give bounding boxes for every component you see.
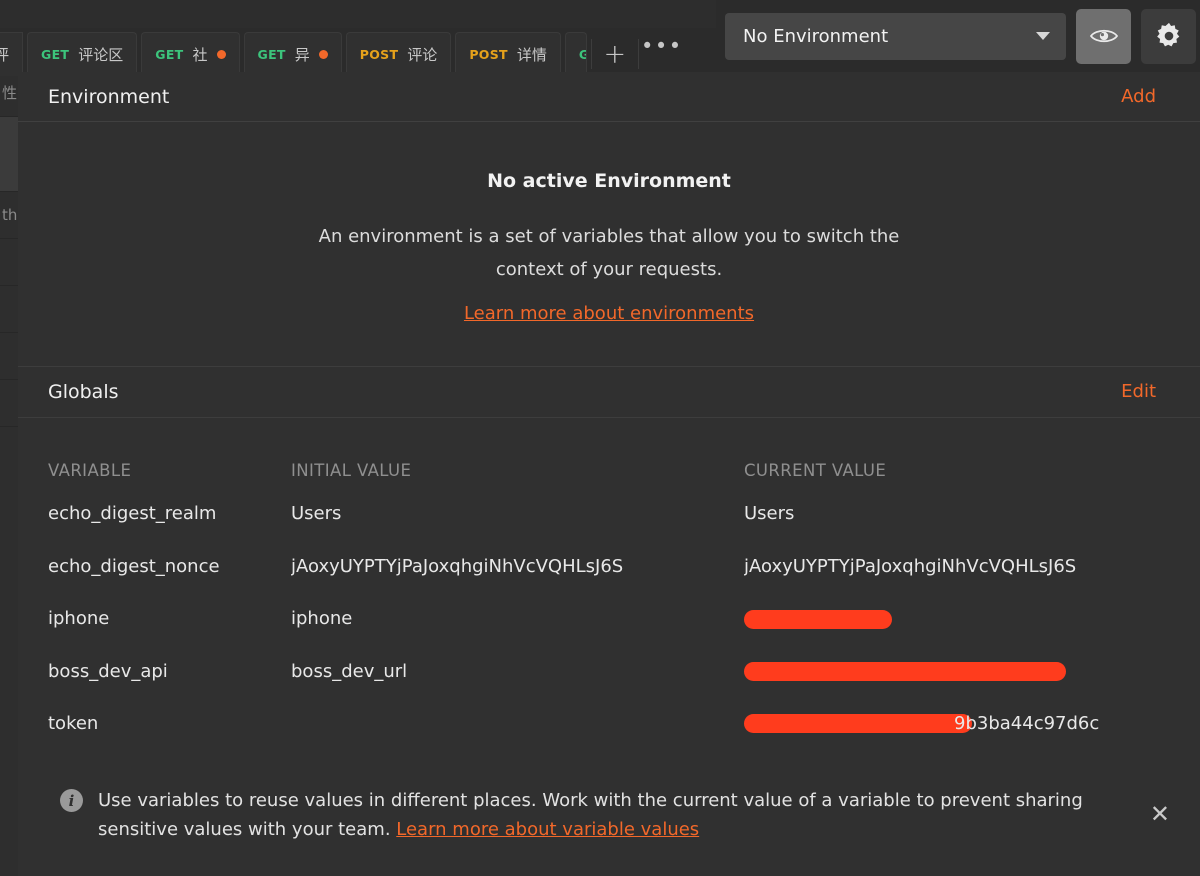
tab-method: GET bbox=[41, 47, 70, 62]
globals-section-title: Globals bbox=[48, 380, 119, 403]
tab-title: 异 bbox=[294, 46, 310, 64]
request-tab[interactable]: POST 详情 bbox=[455, 32, 561, 76]
redaction-bar bbox=[744, 662, 1066, 682]
info-icon: i bbox=[60, 789, 83, 812]
tab-title: 社 bbox=[192, 46, 208, 64]
column-header-initial-value: INITIAL VALUE bbox=[291, 460, 412, 480]
request-tab[interactable]: GET 评论区 bbox=[27, 32, 138, 76]
tab-method: GET bbox=[257, 47, 286, 62]
request-tab[interactable]: GET 异 bbox=[243, 32, 342, 76]
new-tab-button[interactable]: + bbox=[592, 32, 638, 76]
gear-icon bbox=[1156, 22, 1179, 47]
tab-method: POST bbox=[469, 47, 508, 62]
tab-overflow-menu-button[interactable]: ••• bbox=[639, 28, 685, 76]
cell-initial-value: boss_dev_url bbox=[291, 660, 408, 682]
environment-toolbar: No Environment bbox=[716, 0, 1200, 72]
learn-more-environments-link[interactable]: Learn more about environments bbox=[464, 303, 754, 324]
eye-icon bbox=[1089, 29, 1118, 43]
cell-variable: echo_digest_nonce bbox=[48, 555, 220, 577]
learn-more-variable-values-link[interactable]: Learn more about variable values bbox=[396, 819, 699, 840]
unsaved-dot-icon bbox=[318, 50, 328, 59]
cell-current-value: jAoxyUYPTYjPaJoxqhgiNhVcVQHLsJ6S bbox=[744, 555, 1077, 577]
table-row[interactable]: iphone iphone bbox=[48, 593, 1170, 646]
cell-variable: token bbox=[48, 713, 99, 735]
redaction-bar bbox=[744, 714, 972, 734]
add-environment-button[interactable]: Add bbox=[1121, 86, 1156, 107]
settings-button[interactable] bbox=[1141, 8, 1196, 64]
unsaved-dot-icon bbox=[216, 50, 226, 59]
environment-quick-look-button[interactable] bbox=[1076, 8, 1131, 64]
globals-section-header: Globals Edit bbox=[18, 365, 1200, 418]
environment-select-value: No Environment bbox=[743, 25, 889, 47]
tab-method: G bbox=[579, 47, 586, 62]
cell-initial-value: jAoxyUYPTYjPaJoxqhgiNhVcVQHLsJ6S bbox=[291, 555, 624, 577]
tab-method: GET bbox=[155, 47, 184, 62]
cell-current-value: 9b3ba44c97d6c bbox=[744, 713, 1170, 734]
cell-initial-value: iphone bbox=[291, 608, 353, 630]
empty-state-title: No active Environment bbox=[487, 170, 731, 192]
cell-initial-value: Users bbox=[291, 503, 342, 525]
tab-title: 评论区 bbox=[78, 46, 124, 64]
variables-info-banner: i Use variables to reuse values in diffe… bbox=[18, 768, 1200, 876]
table-header-row: VARIABLE INITIAL VALUE CURRENT VALUE bbox=[48, 418, 1170, 488]
request-tab[interactable]: POST 评论 bbox=[345, 32, 452, 76]
request-tab-bar[interactable]: 评 GET 评论区 GET 社 GET 异 POST 评论 POST 详情 G bbox=[0, 28, 716, 76]
cell-current-value bbox=[744, 608, 1170, 629]
request-tab[interactable]: 评 bbox=[0, 32, 24, 76]
environment-modal: Environment Add No active Environment An… bbox=[18, 72, 1200, 876]
cell-current-value bbox=[744, 661, 1170, 682]
request-tab[interactable]: GET 社 bbox=[141, 32, 240, 76]
environment-section-title: Environment bbox=[48, 85, 170, 108]
cell-variable: iphone bbox=[48, 608, 110, 630]
redaction-bar bbox=[744, 609, 892, 629]
table-row[interactable]: echo_digest_realm Users Users bbox=[48, 488, 1170, 541]
table-row[interactable]: token 9b3ba44c97d6c bbox=[48, 698, 1170, 751]
environment-select[interactable]: No Environment bbox=[725, 12, 1066, 60]
table-row[interactable]: boss_dev_api boss_dev_url bbox=[48, 645, 1170, 698]
environment-section-header: Environment Add bbox=[18, 72, 1200, 122]
cell-current-value-visible-tail: 9b3ba44c97d6c bbox=[954, 713, 1100, 735]
tab-title: 评 bbox=[0, 46, 10, 64]
close-banner-button[interactable]: ✕ bbox=[1150, 802, 1170, 826]
tab-title: 详情 bbox=[516, 46, 547, 64]
column-header-current-value: CURRENT VALUE bbox=[744, 460, 887, 480]
cell-variable: boss_dev_api bbox=[48, 660, 168, 682]
column-header-variable: VARIABLE bbox=[48, 460, 132, 480]
globals-variables-table: VARIABLE INITIAL VALUE CURRENT VALUE ech… bbox=[18, 418, 1200, 768]
tab-method: POST bbox=[359, 47, 399, 62]
chevron-down-icon bbox=[1036, 32, 1050, 40]
request-tab[interactable]: G bbox=[564, 32, 587, 76]
edit-globals-button[interactable]: Edit bbox=[1121, 381, 1156, 402]
tab-title: 评论 bbox=[407, 46, 438, 64]
empty-state-description: An environment is a set of variables tha… bbox=[318, 226, 900, 281]
cell-current-value: Users bbox=[744, 503, 795, 525]
no-environment-empty-state: No active Environment An environment is … bbox=[18, 122, 1200, 366]
cell-variable: echo_digest_realm bbox=[48, 503, 217, 525]
info-banner-text: Use variables to reuse values in differe… bbox=[98, 786, 1108, 844]
table-row[interactable]: echo_digest_nonce jAoxyUYPTYjPaJoxqhgiNh… bbox=[48, 540, 1170, 593]
